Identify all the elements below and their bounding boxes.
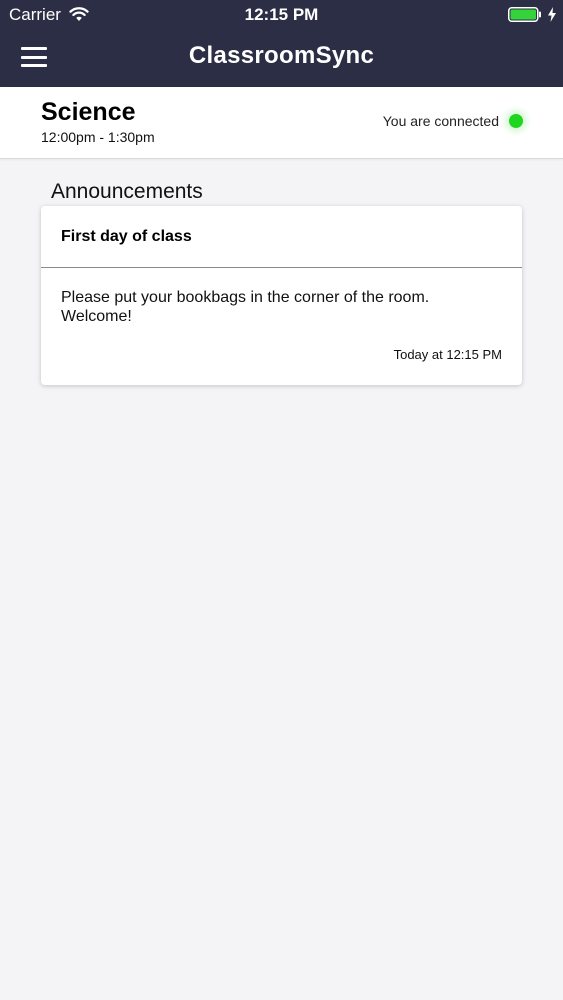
announcement-body: Please put your bookbags in the corner o… bbox=[61, 289, 430, 325]
card-divider bbox=[41, 267, 522, 268]
battery-icon bbox=[508, 7, 541, 22]
app-title: ClassroomSync bbox=[188, 42, 375, 69]
announcement-title: First day of class bbox=[61, 228, 192, 245]
announcement-timestamp: Today at 12:15 PM bbox=[393, 347, 502, 362]
announcements-heading: Announcements bbox=[51, 180, 203, 203]
status-bar: Carrier 12:15 PM bbox=[0, 0, 563, 30]
charging-bolt-icon bbox=[548, 7, 556, 22]
app-header: Carrier 12:15 PM ClassroomSync bbox=[0, 0, 563, 87]
announcement-card[interactable]: First day of class Please put your bookb… bbox=[41, 206, 522, 385]
navigation-bar: ClassroomSync bbox=[0, 30, 563, 87]
status-time: 12:15 PM bbox=[244, 5, 319, 24]
connection-indicator-icon bbox=[509, 114, 523, 128]
class-time: 12:00pm - 1:30pm bbox=[41, 129, 155, 145]
connection-status: You are connected bbox=[383, 113, 523, 129]
connection-status-text: You are connected bbox=[382, 113, 499, 129]
class-info-panel: Science 12:00pm - 1:30pm You are connect… bbox=[0, 87, 563, 159]
class-name: Science bbox=[41, 98, 136, 126]
